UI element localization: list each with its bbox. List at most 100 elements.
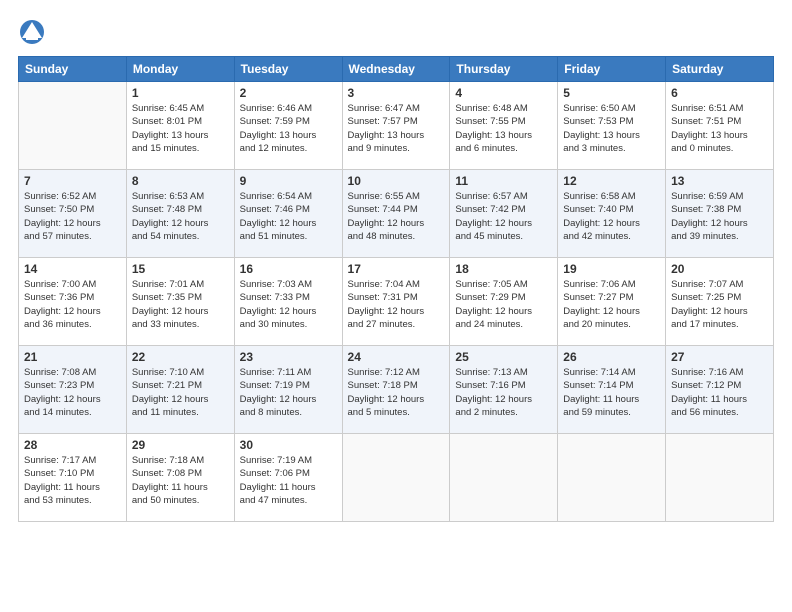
day-info: Sunrise: 7:13 AM Sunset: 7:16 PM Dayligh… [455,366,552,419]
day-number: 8 [132,174,229,188]
calendar-cell: 11 Sunrise: 6:57 AM Sunset: 7:42 PM Dayli… [450,170,558,258]
calendar-cell: 29 Sunrise: 7:18 AM Sunset: 7:08 PM Dayli… [126,434,234,522]
day-info: Sunrise: 7:05 AM Sunset: 7:29 PM Dayligh… [455,278,552,331]
day-info: Sunrise: 7:00 AM Sunset: 7:36 PM Dayligh… [24,278,121,331]
day-info: Sunrise: 7:19 AM Sunset: 7:06 PM Dayligh… [240,454,337,507]
day-info: Sunrise: 7:18 AM Sunset: 7:08 PM Dayligh… [132,454,229,507]
logo [18,18,50,46]
day-number: 11 [455,174,552,188]
col-header-thursday: Thursday [450,57,558,82]
col-header-tuesday: Tuesday [234,57,342,82]
day-number: 1 [132,86,229,100]
calendar-cell: 24 Sunrise: 7:12 AM Sunset: 7:18 PM Dayli… [342,346,450,434]
calendar-cell: 15 Sunrise: 7:01 AM Sunset: 7:35 PM Dayli… [126,258,234,346]
calendar-cell: 4 Sunrise: 6:48 AM Sunset: 7:55 PM Daylig… [450,82,558,170]
day-info: Sunrise: 6:53 AM Sunset: 7:48 PM Dayligh… [132,190,229,243]
day-number: 13 [671,174,768,188]
calendar-cell: 7 Sunrise: 6:52 AM Sunset: 7:50 PM Daylig… [19,170,127,258]
calendar-cell: 26Sunrise: 7:14 AM Sunset: 7:14 PM Dayli… [558,346,666,434]
day-number: 30 [240,438,337,452]
day-number: 4 [455,86,552,100]
calendar-cell: 1 Sunrise: 6:45 AM Sunset: 8:01 PM Daylig… [126,82,234,170]
calendar-cell [450,434,558,522]
day-info: Sunrise: 6:47 AM Sunset: 7:57 PM Dayligh… [348,102,445,155]
day-info: Sunrise: 6:45 AM Sunset: 8:01 PM Dayligh… [132,102,229,155]
calendar-header-row: SundayMondayTuesdayWednesdayThursdayFrid… [19,57,774,82]
calendar-cell [19,82,127,170]
day-number: 19 [563,262,660,276]
day-info: Sunrise: 7:11 AM Sunset: 7:19 PM Dayligh… [240,366,337,419]
day-info: Sunrise: 6:58 AM Sunset: 7:40 PM Dayligh… [563,190,660,243]
day-info: Sunrise: 7:06 AM Sunset: 7:27 PM Dayligh… [563,278,660,331]
day-number: 29 [132,438,229,452]
day-number: 15 [132,262,229,276]
day-number: 17 [348,262,445,276]
col-header-saturday: Saturday [666,57,774,82]
day-number: 5 [563,86,660,100]
calendar-week-row: 1 Sunrise: 6:45 AM Sunset: 8:01 PM Daylig… [19,82,774,170]
logo-icon [18,18,46,46]
calendar-cell: 22 Sunrise: 7:10 AM Sunset: 7:21 PM Dayli… [126,346,234,434]
col-header-monday: Monday [126,57,234,82]
day-info: Sunrise: 6:52 AM Sunset: 7:50 PM Dayligh… [24,190,121,243]
day-info: Sunrise: 7:01 AM Sunset: 7:35 PM Dayligh… [132,278,229,331]
calendar-cell: 19 Sunrise: 7:06 AM Sunset: 7:27 PM Dayli… [558,258,666,346]
col-header-sunday: Sunday [19,57,127,82]
day-number: 10 [348,174,445,188]
calendar-cell: 13 Sunrise: 6:59 AM Sunset: 7:38 PM Dayli… [666,170,774,258]
day-info: Sunrise: 6:50 AM Sunset: 7:53 PM Dayligh… [563,102,660,155]
calendar-cell: 18 Sunrise: 7:05 AM Sunset: 7:29 PM Dayli… [450,258,558,346]
calendar-cell [558,434,666,522]
header [18,18,774,46]
day-number: 20 [671,262,768,276]
calendar-cell: 20Sunrise: 7:07 AM Sunset: 7:25 PM Dayli… [666,258,774,346]
page: SundayMondayTuesdayWednesdayThursdayFrid… [0,0,792,612]
day-number: 23 [240,350,337,364]
day-number: 26 [563,350,660,364]
calendar-cell: 12Sunrise: 6:58 AM Sunset: 7:40 PM Dayli… [558,170,666,258]
day-number: 16 [240,262,337,276]
col-header-wednesday: Wednesday [342,57,450,82]
calendar-cell: 25 Sunrise: 7:13 AM Sunset: 7:16 PM Dayli… [450,346,558,434]
day-info: Sunrise: 7:12 AM Sunset: 7:18 PM Dayligh… [348,366,445,419]
calendar-table: SundayMondayTuesdayWednesdayThursdayFrid… [18,56,774,522]
day-info: Sunrise: 6:48 AM Sunset: 7:55 PM Dayligh… [455,102,552,155]
calendar-cell: 9 Sunrise: 6:54 AM Sunset: 7:46 PM Daylig… [234,170,342,258]
day-info: Sunrise: 7:16 AM Sunset: 7:12 PM Dayligh… [671,366,768,419]
calendar-cell: 28Sunrise: 7:17 AM Sunset: 7:10 PM Dayli… [19,434,127,522]
calendar-cell: 5 Sunrise: 6:50 AM Sunset: 7:53 PM Daylig… [558,82,666,170]
calendar-week-row: 21Sunrise: 7:08 AM Sunset: 7:23 PM Dayli… [19,346,774,434]
calendar-cell: 30 Sunrise: 7:19 AM Sunset: 7:06 PM Dayli… [234,434,342,522]
day-number: 18 [455,262,552,276]
calendar-cell: 8 Sunrise: 6:53 AM Sunset: 7:48 PM Daylig… [126,170,234,258]
day-number: 14 [24,262,121,276]
day-number: 6 [671,86,768,100]
day-number: 22 [132,350,229,364]
day-number: 3 [348,86,445,100]
calendar-cell [666,434,774,522]
calendar-cell: 10 Sunrise: 6:55 AM Sunset: 7:44 PM Dayli… [342,170,450,258]
day-number: 7 [24,174,121,188]
day-number: 25 [455,350,552,364]
calendar-week-row: 7 Sunrise: 6:52 AM Sunset: 7:50 PM Daylig… [19,170,774,258]
calendar-cell: 21Sunrise: 7:08 AM Sunset: 7:23 PM Dayli… [19,346,127,434]
calendar-cell: 17 Sunrise: 7:04 AM Sunset: 7:31 PM Dayli… [342,258,450,346]
calendar-cell: 14 Sunrise: 7:00 AM Sunset: 7:36 PM Dayli… [19,258,127,346]
calendar-cell [342,434,450,522]
calendar-cell: 3 Sunrise: 6:47 AM Sunset: 7:57 PM Daylig… [342,82,450,170]
day-info: Sunrise: 7:04 AM Sunset: 7:31 PM Dayligh… [348,278,445,331]
day-info: Sunrise: 6:54 AM Sunset: 7:46 PM Dayligh… [240,190,337,243]
day-info: Sunrise: 7:17 AM Sunset: 7:10 PM Dayligh… [24,454,121,507]
day-number: 9 [240,174,337,188]
day-info: Sunrise: 7:10 AM Sunset: 7:21 PM Dayligh… [132,366,229,419]
day-info: Sunrise: 6:57 AM Sunset: 7:42 PM Dayligh… [455,190,552,243]
day-number: 2 [240,86,337,100]
day-info: Sunrise: 6:46 AM Sunset: 7:59 PM Dayligh… [240,102,337,155]
day-info: Sunrise: 7:03 AM Sunset: 7:33 PM Dayligh… [240,278,337,331]
calendar-week-row: 28Sunrise: 7:17 AM Sunset: 7:10 PM Dayli… [19,434,774,522]
calendar-cell: 6 Sunrise: 6:51 AM Sunset: 7:51 PM Daylig… [666,82,774,170]
day-number: 24 [348,350,445,364]
day-info: Sunrise: 6:51 AM Sunset: 7:51 PM Dayligh… [671,102,768,155]
day-info: Sunrise: 6:59 AM Sunset: 7:38 PM Dayligh… [671,190,768,243]
day-info: Sunrise: 6:55 AM Sunset: 7:44 PM Dayligh… [348,190,445,243]
